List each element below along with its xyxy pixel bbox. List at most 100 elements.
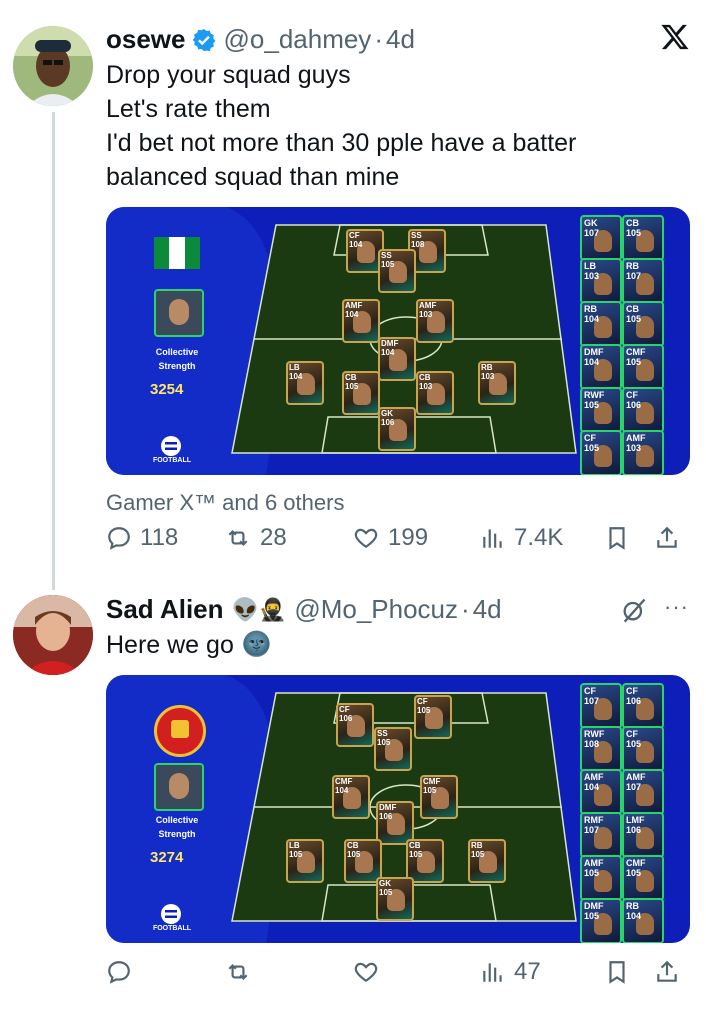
sub-player-card: CMF 105: [622, 855, 664, 901]
tweet-text-line: I'd bet not more than 30 pple have a bat…: [106, 129, 577, 157]
player-card: RB 103: [478, 361, 516, 405]
like-button[interactable]: 199: [352, 524, 480, 552]
brand-label: FOOTBALL: [152, 925, 192, 932]
tweet-text: Drop your squad guys Let's rate them I'd…: [106, 58, 576, 194]
sub-player-card-label: DMF 105: [584, 901, 604, 921]
tweet-header: osewe @o_dahmey · 4d: [106, 24, 415, 55]
share-button[interactable]: [654, 524, 690, 552]
bookmark-button[interactable]: [604, 524, 654, 552]
flag-icon: [154, 237, 200, 269]
sub-player-card: AMF 107: [622, 769, 664, 815]
author-handle[interactable]: @Mo_Phocuz: [294, 594, 458, 625]
sub-player-card: AMF 104: [580, 769, 622, 815]
sub-player-card: CMF 105: [622, 344, 664, 390]
player-card: CF 106: [336, 703, 374, 747]
reply-button[interactable]: 118: [106, 524, 224, 552]
squad-image[interactable]: Collective Strength 3254 FOOTBALL CF 104 S…: [106, 207, 690, 475]
strength-value: 3274: [150, 849, 184, 866]
sub-player-card-label: RWF 108: [584, 729, 605, 749]
sub-player-card-label: CB 105: [626, 304, 642, 324]
player-card: CF 105: [414, 695, 452, 739]
manager-card: [154, 289, 204, 337]
player-card-label: DMF 104: [381, 339, 399, 357]
sub-player-card: CF 105: [580, 430, 622, 475]
sub-player-card-label: RWF 105: [584, 390, 605, 410]
player-card-label: CB 105: [347, 841, 361, 859]
views-button[interactable]: 7.4K: [480, 524, 604, 552]
avatar[interactable]: [13, 595, 93, 675]
strength-label: Collective Strength: [144, 815, 210, 839]
sub-player-card-label: AMF 105: [584, 858, 604, 878]
player-card-label: LB 104: [289, 363, 303, 381]
reply-icon: [108, 961, 130, 984]
sub-player-card: AMF 103: [622, 430, 664, 475]
club-crest-icon: [154, 705, 206, 757]
sub-player-card-label: GK 107: [584, 218, 600, 238]
player-card-label: RB 103: [481, 363, 495, 381]
action-bar: 118 28 199 7.4K: [106, 518, 690, 558]
strength-value: 3254: [150, 381, 184, 398]
player-card: LB 104: [286, 361, 324, 405]
reply-icon: [108, 527, 130, 550]
sub-player-card: RB 104: [622, 898, 664, 943]
bookmark-icon: [609, 961, 625, 984]
sub-player-card: AMF 105: [580, 855, 622, 901]
sub-player-card-label: CF 105: [626, 729, 642, 749]
share-icon: [657, 526, 677, 548]
thread-line: [52, 112, 55, 590]
player-card: RB 105: [468, 839, 506, 883]
share-button[interactable]: [654, 958, 690, 986]
bookmark-button[interactable]: [604, 958, 654, 986]
grok-icon[interactable]: [620, 596, 648, 624]
separator-dot: ·: [461, 594, 470, 624]
avatar-photo-icon: [13, 595, 93, 675]
tweet-2[interactable]: Sad Alien 👽🥷 @Mo_Phocuz · 4d ··· Here we…: [0, 580, 706, 1024]
player-card-label: SS 105: [377, 729, 391, 747]
player-card: SS 105: [378, 249, 416, 293]
timestamp[interactable]: 4d: [473, 594, 502, 625]
avatar[interactable]: [13, 26, 93, 106]
author-handle[interactable]: @o_dahmey: [224, 24, 372, 55]
player-card-label: CF 106: [339, 705, 353, 723]
author-name[interactable]: osewe: [106, 24, 186, 55]
repost-icon: [228, 529, 248, 547]
player-card-label: CF 105: [417, 697, 431, 715]
verified-badge-icon: [192, 28, 215, 51]
player-card-label: LB 105: [289, 841, 303, 859]
timestamp[interactable]: 4d: [386, 24, 415, 55]
brand-label: FOOTBALL: [152, 457, 192, 464]
sub-player-card-label: AMF 107: [626, 772, 646, 792]
repost-button[interactable]: 28: [224, 524, 352, 552]
player-card-label: AMF 104: [345, 301, 363, 319]
sub-player-card: CF 105: [622, 726, 664, 772]
sub-player-card-label: CB 105: [626, 218, 642, 238]
sub-player-card-label: AMF 103: [626, 433, 646, 453]
player-card: AMF 104: [342, 299, 380, 343]
sub-player-card: RWF 105: [580, 387, 622, 433]
sub-player-card-label: CF 106: [626, 390, 642, 410]
sub-player-card: GK 107: [580, 215, 622, 261]
sub-player-card: CF 107: [580, 683, 622, 729]
views-button[interactable]: 47: [480, 958, 604, 986]
tweet-text-line: balanced squad than mine: [106, 163, 400, 191]
tweet-1[interactable]: osewe @o_dahmey · 4d Drop your squad guy…: [0, 0, 706, 590]
author-name[interactable]: Sad Alien: [106, 594, 224, 625]
heart-icon: [354, 528, 378, 548]
player-card: LB 105: [286, 839, 324, 883]
repost-button[interactable]: [224, 959, 352, 985]
reply-button[interactable]: [106, 959, 224, 985]
sub-player-card-label: CMF 105: [626, 858, 646, 878]
squad-image[interactable]: Collective Strength 3274 FOOTBALL CF 106 C…: [106, 675, 690, 943]
sub-player-card-label: LB 103: [584, 261, 600, 281]
tweet-text: Here we go 🌚: [106, 628, 272, 662]
sub-player-card-label: AMF 104: [584, 772, 604, 792]
like-button[interactable]: [352, 959, 480, 985]
more-options-icon[interactable]: ···: [664, 594, 689, 620]
sub-player-card-label: RB 104: [584, 304, 600, 324]
reply-count: 118: [140, 524, 179, 551]
sub-player-card: RWF 108: [580, 726, 622, 772]
x-logo-icon[interactable]: [660, 22, 690, 52]
player-card-label: DMF 106: [379, 803, 397, 821]
liked-by-text[interactable]: Gamer X™ and 6 others: [106, 490, 344, 516]
like-count: 199: [388, 524, 429, 551]
